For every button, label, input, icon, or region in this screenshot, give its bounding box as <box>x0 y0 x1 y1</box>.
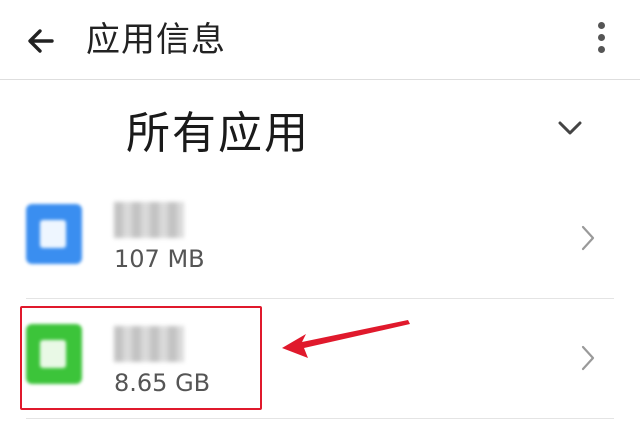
more-vert-icon[interactable] <box>588 22 614 58</box>
back-arrow-icon[interactable] <box>22 22 60 60</box>
chevron-right-icon <box>580 224 596 252</box>
filter-label: 所有应用 <box>126 108 310 159</box>
app-filter-dropdown[interactable]: 所有应用 <box>0 96 640 176</box>
chevron-down-icon[interactable] <box>556 118 584 138</box>
chevron-right-icon <box>580 344 596 372</box>
app-size: 107 MB <box>114 245 205 273</box>
app-icon <box>26 204 82 264</box>
page-title: 应用信息 <box>86 20 226 60</box>
app-list-item[interactable]: 107 MB <box>26 180 614 299</box>
highlight-annotation-box <box>20 306 262 410</box>
pointer-arrow-icon <box>280 318 412 362</box>
app-name-blurred <box>114 202 184 238</box>
app-bar: 应用信息 <box>0 0 640 80</box>
